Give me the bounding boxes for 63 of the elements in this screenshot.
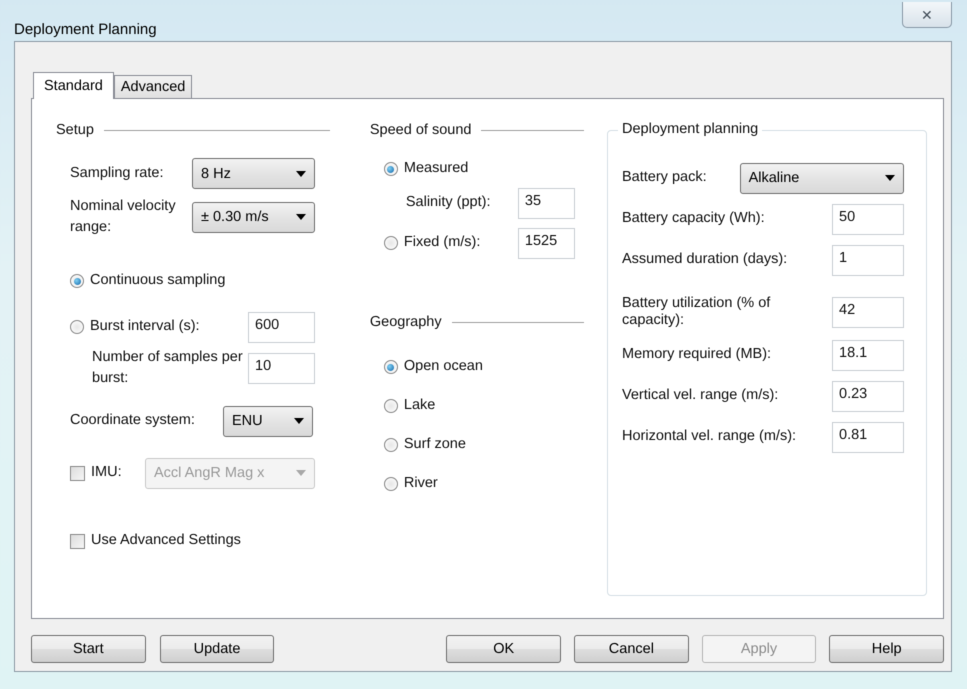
- field-label: Assumed duration (days):: [622, 250, 788, 270]
- radio-button[interactable]: [384, 438, 398, 452]
- caret-icon: [296, 470, 306, 476]
- tab[interactable]: Standard: [33, 72, 114, 99]
- window-title: Deployment Planning: [14, 21, 157, 38]
- dialog-button[interactable]: Start: [31, 635, 146, 663]
- group-title: Geography: [370, 314, 442, 330]
- group-title: Deployment planning: [618, 121, 762, 137]
- group-title: Setup: [56, 122, 94, 138]
- field-label: Surf zone: [404, 435, 466, 454]
- dialog-button[interactable]: Update: [160, 635, 274, 663]
- caret-icon: [294, 418, 304, 424]
- input-field[interactable]: 600: [248, 312, 315, 342]
- field-label: Battery utilization (% of capacity):: [622, 295, 772, 329]
- radio-button[interactable]: [384, 477, 398, 491]
- input-field[interactable]: 0.23: [832, 380, 904, 412]
- group-title: Speed of sound: [370, 122, 472, 138]
- field-label: Number of samples per burst:: [92, 348, 244, 388]
- dialog-button[interactable]: Help: [829, 635, 944, 663]
- field-label: Use Advanced Settings: [91, 531, 241, 550]
- dialog-button[interactable]: OK: [446, 635, 562, 663]
- caret-icon: [885, 175, 895, 181]
- field-label: Salinity (ppt):: [406, 193, 492, 212]
- radio-button[interactable]: [384, 162, 398, 176]
- radio-button[interactable]: [384, 236, 398, 250]
- field-label: River: [404, 474, 438, 494]
- field-label: Memory required (MB):: [622, 345, 772, 364]
- radio-button[interactable]: [70, 274, 84, 288]
- radio-button[interactable]: [70, 320, 84, 334]
- checkbox[interactable]: [70, 534, 85, 548]
- field-label: Lake: [404, 396, 436, 416]
- input-field[interactable]: 10: [248, 352, 315, 384]
- field-label: Open ocean: [404, 357, 483, 376]
- tab[interactable]: Advanced: [114, 75, 192, 98]
- field-label: Measured: [404, 159, 468, 178]
- field-label: Fixed (m/s):: [404, 233, 482, 252]
- velocity-range-dropdown[interactable]: ± 0.30 m/s: [192, 202, 315, 232]
- dialog-button[interactable]: Cancel: [574, 635, 689, 663]
- input-field[interactable]: 50: [832, 204, 904, 234]
- input-field[interactable]: 0.81: [832, 422, 904, 452]
- radio-button[interactable]: [384, 399, 398, 413]
- caret-icon: [296, 170, 306, 176]
- field-label: Nominal velocity range:: [70, 196, 177, 237]
- field-label: Burst interval (s):: [90, 317, 201, 336]
- input-field[interactable]: 1525: [518, 228, 575, 258]
- input-field[interactable]: 18.1: [832, 340, 904, 370]
- input-field[interactable]: 1: [832, 244, 904, 276]
- field-label: Battery capacity (Wh):: [622, 209, 766, 228]
- battery-pack-dropdown[interactable]: Alkaline: [740, 162, 904, 194]
- caret-icon: [296, 214, 306, 220]
- field-label: IMU:: [91, 463, 123, 482]
- sampling-rate-dropdown[interactable]: 8 Hz: [192, 158, 315, 189]
- field-label: Battery pack:: [622, 168, 708, 188]
- coordinate-system-dropdown[interactable]: ENU: [223, 406, 313, 436]
- field-label: Coordinate system:: [70, 411, 196, 430]
- close-button[interactable]: ✕: [902, 2, 952, 28]
- field-label: Vertical vel. range (m/s):: [622, 386, 780, 406]
- input-field[interactable]: 35: [518, 188, 575, 218]
- field-label: Continuous sampling: [90, 271, 226, 290]
- input-field[interactable]: 42: [832, 296, 904, 328]
- field-label: Horizontal vel. range (m/s):: [622, 427, 798, 446]
- radio-button[interactable]: [384, 360, 398, 374]
- field-label: Sampling rate:: [70, 164, 164, 183]
